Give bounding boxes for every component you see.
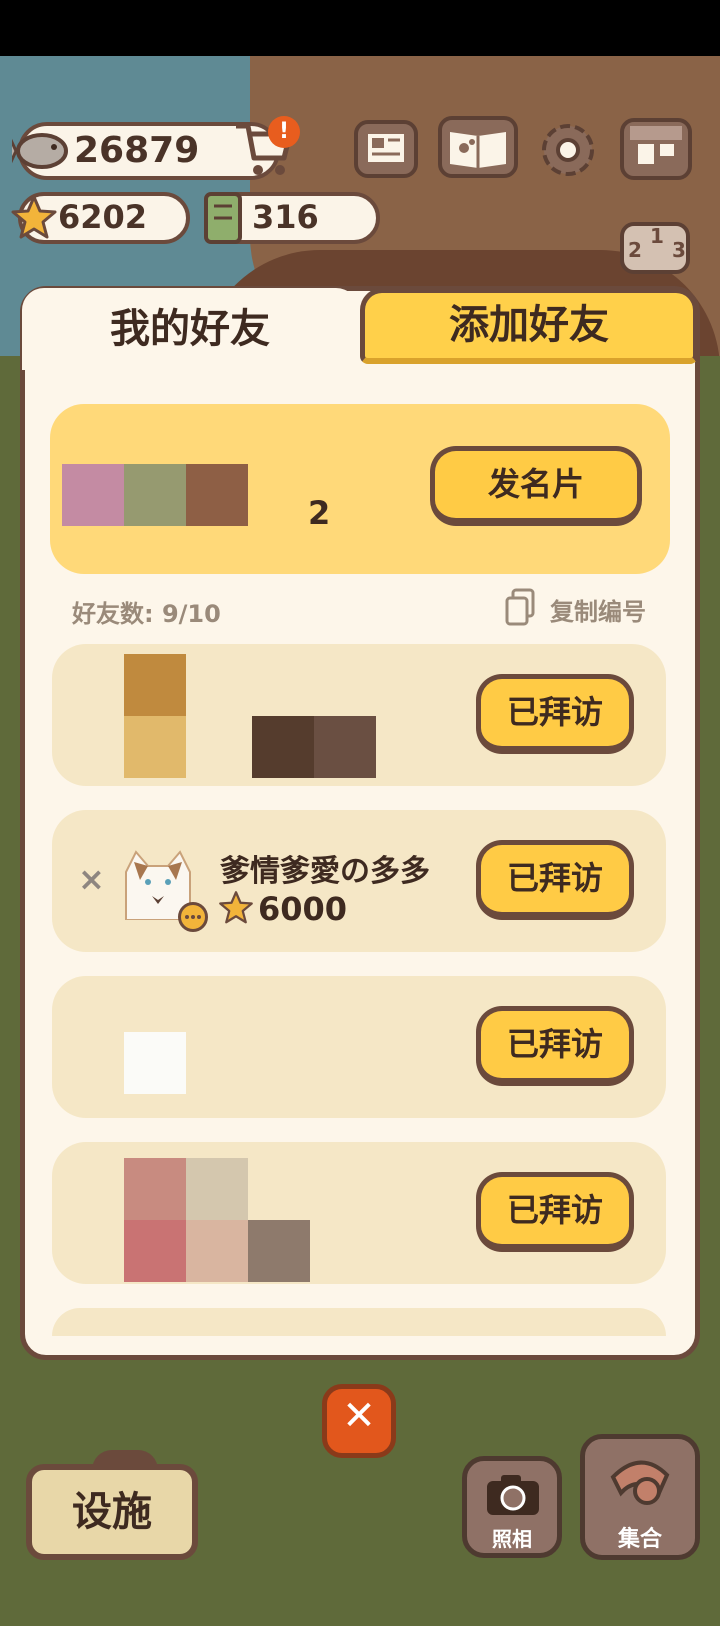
rank-second: 2	[628, 238, 642, 262]
friend-star-icon	[218, 890, 254, 926]
fish-count: 26879	[74, 130, 200, 171]
rank-third: 3	[672, 238, 686, 262]
avatar-pixel	[62, 464, 124, 526]
avatar-pixel	[248, 1220, 310, 1282]
friend-name: 爹情爹愛の多多	[220, 854, 430, 889]
avatar-pixel	[252, 716, 314, 778]
fish-icon	[8, 124, 72, 178]
avatar-pixel	[124, 464, 186, 526]
gather-button[interactable]: 集合	[580, 1434, 700, 1560]
my-id-suffix: 2	[308, 494, 331, 532]
close-button[interactable]: ✕	[322, 1384, 396, 1458]
rank-first: 1	[650, 224, 664, 248]
visited-button[interactable]: 已拜访	[476, 1006, 634, 1086]
avatar-pixel	[124, 1220, 186, 1282]
copy-id-button[interactable]: 复制编号	[550, 592, 646, 627]
avatar-pixel	[186, 464, 248, 526]
visited-button[interactable]: 已拜访	[476, 1172, 634, 1252]
remove-friend-icon[interactable]: ×	[78, 860, 105, 898]
friend-count: 好友数: 9/10	[72, 600, 221, 628]
camera-button[interactable]: 照相	[462, 1456, 562, 1558]
close-icon: ✕	[342, 1393, 376, 1439]
newspaper-icon[interactable]	[354, 120, 418, 178]
friend-row-partial	[52, 1308, 666, 1336]
avatar-pixel	[124, 1158, 186, 1220]
visited-button[interactable]: 已拜访	[476, 840, 634, 920]
shop-alert-badge: !	[268, 116, 300, 148]
avatar-pixel	[124, 1032, 186, 1094]
avatar-pixel	[124, 716, 186, 778]
more-options-icon[interactable]	[178, 902, 208, 932]
avatar-pixel	[124, 654, 186, 716]
facility-button[interactable]: 设施	[26, 1464, 198, 1560]
send-card-button[interactable]: 发名片	[430, 446, 642, 526]
ticket-count: 316	[252, 198, 319, 236]
tab-add-friend[interactable]: 添加好友	[360, 288, 698, 364]
star-icon	[10, 194, 58, 242]
tab-my-friends[interactable]: 我的好友	[22, 288, 358, 370]
friend-score: 6000	[258, 890, 348, 928]
visited-button[interactable]: 已拜访	[476, 674, 634, 754]
status-bar	[0, 0, 720, 56]
gather-label: 集合	[617, 1527, 662, 1552]
avatar-pixel	[186, 1220, 248, 1282]
ranking-podium-icon[interactable]: 1 2 3	[620, 222, 690, 274]
copy-icon[interactable]	[504, 588, 536, 628]
settings-gear-icon[interactable]	[536, 118, 600, 182]
avatar-pixel	[314, 716, 376, 778]
avatar-pixel	[186, 1158, 248, 1220]
ticket-icon	[200, 190, 246, 246]
store-icon[interactable]	[620, 118, 692, 180]
star-count: 6202	[58, 198, 148, 236]
catalog-book-icon[interactable]	[438, 116, 518, 178]
camera-label: 照相	[492, 1527, 532, 1551]
